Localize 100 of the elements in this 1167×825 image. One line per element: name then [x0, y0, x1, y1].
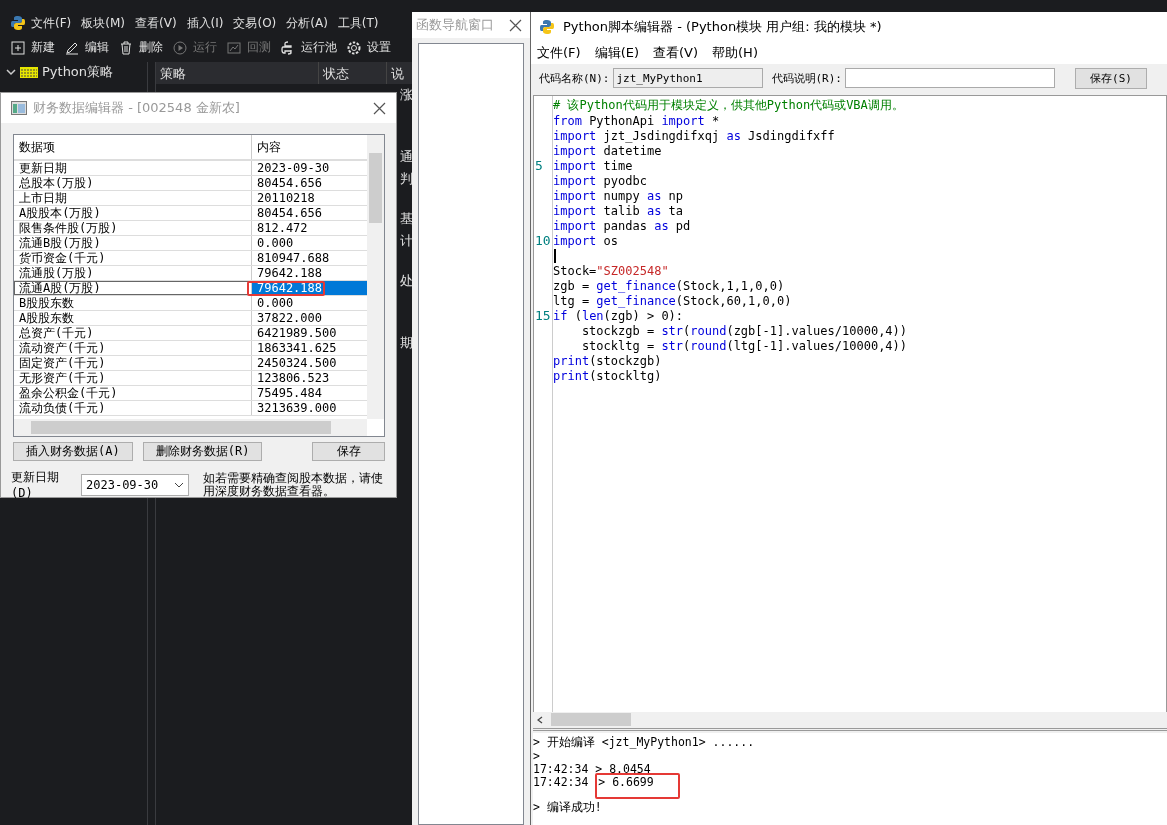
trash-icon — [118, 39, 134, 56]
menu-item[interactable]: 帮助(H) — [706, 44, 766, 62]
code-line: import pyodbc — [553, 173, 647, 188]
code-line: import pandas as pd — [553, 218, 691, 233]
table-cell: 流动资产(千元) — [14, 341, 252, 355]
console-text: > 编译成功! — [533, 800, 602, 815]
table-cell: 计 — [400, 234, 413, 248]
code-line: stockltg = str(round(ltg[-1].values/10000,4)) — [580, 338, 908, 353]
chevron-left-icon[interactable] — [537, 716, 543, 724]
field-label: 代码说明(R): — [771, 70, 842, 86]
close-icon[interactable] — [509, 18, 522, 32]
dialog-button[interactable]: 保存 — [312, 442, 385, 461]
menu-item[interactable]: 工具(T) — [332, 14, 384, 32]
dialog-button[interactable]: 删除财务数据(R) — [142, 442, 263, 461]
menu-item[interactable]: 分析(A) — [281, 14, 333, 32]
table-cell: 更新日期 — [14, 161, 252, 175]
field-label: 更新日期(D) — [11, 469, 60, 500]
code-line: if (len(zgb) > 0): — [553, 308, 684, 323]
code-line: import talib as ta — [553, 203, 684, 218]
plus-icon — [10, 39, 26, 56]
code-line: import jzt_Jsdingdifxqj as Jsdingdifxff — [553, 128, 835, 143]
play-icon — [172, 39, 188, 56]
window-icon — [11, 101, 27, 115]
code-line: Stock="SZ002548" — [553, 263, 669, 278]
menu-item[interactable]: 查看(V) — [647, 44, 707, 62]
table-cell: 通 — [400, 150, 413, 164]
table-cell: 基 — [400, 212, 413, 226]
table-cell: B股股东数 — [14, 296, 252, 310]
code-line: print(stockltg) — [553, 368, 662, 383]
table-cell: 判 — [400, 172, 413, 186]
console-text: > 8.0454 — [595, 761, 651, 776]
code-line: import numpy as np — [553, 188, 684, 203]
table-cell: 涨 — [400, 88, 413, 102]
note-text: 如若需要精确查阅股本数据，请使用深度财务数据查看器。 — [203, 471, 385, 498]
field-label: 代码名称(N): — [539, 70, 610, 86]
menu-item[interactable]: 插入(I) — [181, 14, 229, 32]
table-cell: 流通股(万股) — [14, 266, 252, 280]
text-cursor — [554, 248, 556, 263]
code-line: import time — [553, 158, 633, 173]
scrollbar[interactable] — [367, 135, 384, 419]
folder-icon — [20, 66, 38, 78]
menu-item[interactable]: 查看(V) — [130, 14, 182, 32]
menu-item[interactable]: 交易(O) — [228, 14, 282, 32]
code-line: stockzgb = str(round(zgb[-1].values/10000,4)) — [580, 323, 908, 338]
toolbar-button[interactable]: 删除 — [118, 39, 163, 56]
scrollbar[interactable] — [533, 712, 1167, 731]
toolbar-button[interactable]: 编辑 — [64, 39, 109, 56]
panel-title: 函数导航窗口 — [416, 16, 494, 34]
table-cell: 流通B股(万股) — [14, 236, 252, 250]
date-dropdown[interactable]: 2023-09-30 — [81, 473, 190, 496]
chevron-down-icon — [174, 481, 185, 488]
table-cell: 总资产(千元) — [14, 326, 252, 340]
line-number: 5 — [535, 158, 543, 173]
code-line: import os — [553, 233, 619, 248]
console-text: > 开始编译 <jzt_MyPython1> ...... — [533, 735, 755, 750]
window-title: Python脚本编辑器 - (Python模块 用户组: 我的模块 *) — [563, 18, 882, 36]
scrollbar[interactable] — [14, 419, 367, 436]
console-text: > 6.6699 — [598, 774, 654, 789]
line-number: 10 — [535, 233, 551, 248]
table-cell: 总股本(万股) — [14, 176, 252, 190]
chevron-down-icon[interactable] — [6, 67, 16, 77]
close-icon[interactable] — [373, 101, 386, 115]
window-title: 财务数据编辑器 - [002548 金新农] — [33, 99, 240, 117]
column-header[interactable]: 策略 — [156, 62, 320, 84]
toolbar-button[interactable]: 运行池 — [280, 39, 337, 56]
line-number: 15 — [535, 308, 551, 323]
dialog-button[interactable]: 插入财务数据(A) — [13, 442, 133, 461]
code-line: print(stockzgb) — [553, 353, 662, 368]
code-line: ltg = get_finance(Stock,60,1,0,0) — [553, 293, 792, 308]
table-cell: 无形资产(千元) — [14, 371, 252, 385]
table-cell: 期 — [400, 336, 413, 350]
name-field[interactable]: jzt_MyPython1 — [612, 68, 763, 88]
save-button[interactable]: 保存(S) — [1075, 67, 1147, 89]
console-time: 17:42:34 — [533, 774, 590, 789]
chart-icon — [226, 39, 242, 56]
tree-item[interactable]: Python策略 — [42, 63, 114, 81]
menu-item[interactable]: 文件(F) — [531, 44, 589, 62]
menu-item[interactable]: 板块(M) — [76, 14, 130, 32]
toolbar-button[interactable]: 新建 — [10, 39, 55, 56]
table-cell: A股股本(万股) — [14, 206, 252, 220]
table-cell: 限售条件股(万股) — [14, 221, 252, 235]
table-cell: 处 — [400, 274, 413, 288]
column-header[interactable]: 状态 — [319, 62, 387, 84]
console-text: > — [533, 748, 540, 763]
code-line: import datetime — [553, 143, 662, 158]
gear-icon — [346, 39, 362, 56]
code-line: zgb = get_finance(Stock,1,1,0,0) — [553, 278, 785, 293]
column-header[interactable]: 数据项 — [14, 135, 252, 159]
table-cell: 流动负债(千元) — [14, 401, 252, 415]
code-line: from PythonApi import * — [553, 113, 720, 128]
menu-item[interactable]: 编辑(E) — [588, 44, 647, 62]
table-cell: 固定资产(千元) — [14, 356, 252, 370]
table-cell: 货币资金(千元) — [14, 251, 252, 265]
code-line: # 该Python代码用于模块定义，供其他Python代码或VBA调用。 — [553, 97, 904, 114]
description-field[interactable] — [845, 68, 1055, 88]
toolbar-button[interactable]: 设置 — [346, 39, 391, 56]
console-time: 17:42:34 — [533, 761, 590, 776]
menu-item[interactable]: 文件(F) — [26, 14, 77, 32]
table-cell: A股股东数 — [14, 311, 252, 325]
table-cell: 上市日期 — [14, 191, 252, 205]
